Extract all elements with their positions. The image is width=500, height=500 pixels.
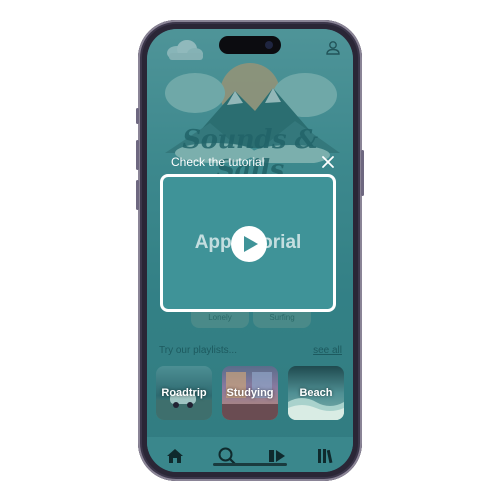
playlist-label: Beach [299,387,333,399]
tutorial-video[interactable]: App tutorial [160,174,336,312]
playlist-label: Roadtrip [161,387,207,399]
playlist-label: Studying [226,387,274,399]
play-icon [244,236,258,252]
playlist-card-roadtrip[interactable]: Roadtrip [156,366,212,420]
dynamic-island [219,36,281,54]
app-screen: Sounds & Sails Lonely Surfing Try our pl… [147,29,353,472]
phone-side-button [136,108,139,124]
phone-volume-down [136,180,139,210]
camera-icon [265,41,273,49]
see-all-link[interactable]: see all [313,345,342,356]
phone-volume-up [136,140,139,170]
play-button[interactable] [231,226,267,262]
library-icon[interactable] [315,446,335,466]
playlist-card-studying[interactable]: Studying [222,366,278,420]
playlists-section-label: Try our playlists... [159,345,237,356]
bottom-tab-bar [147,437,353,472]
home-indicator [213,463,287,466]
tutorial-heading: Check the tutorial [171,155,265,169]
close-icon[interactable] [320,154,336,170]
phone-power-button [361,150,364,196]
playlist-card-beach[interactable]: Beach [288,366,344,420]
home-icon[interactable] [165,446,185,466]
